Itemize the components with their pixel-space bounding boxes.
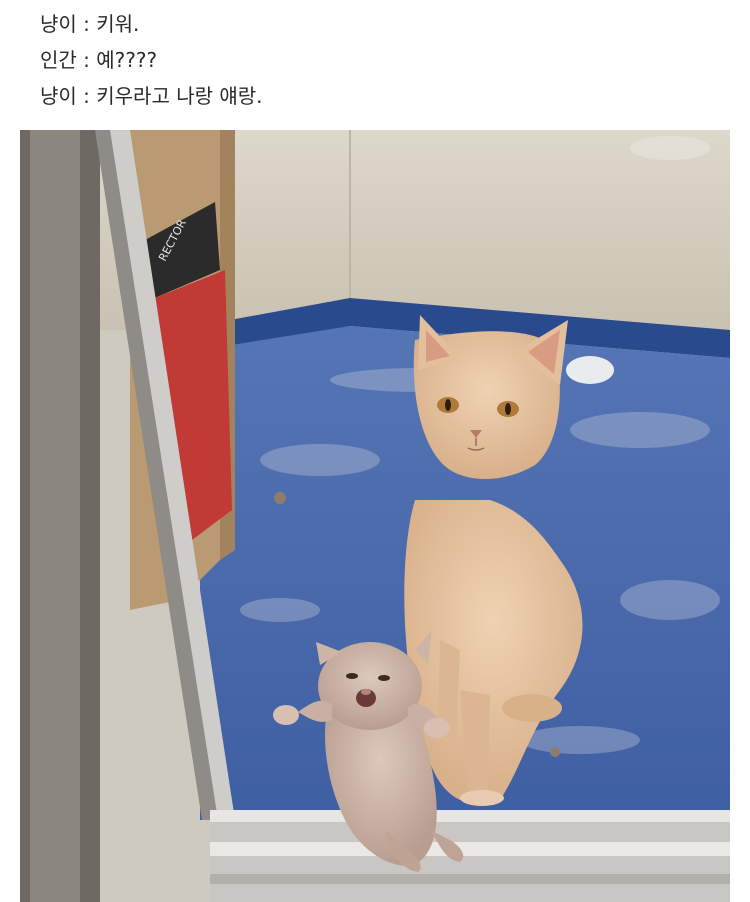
cat-and-kitten-photo: RECTOR bbox=[20, 130, 730, 902]
caption-line-cat-1: 냥이 : 키워. bbox=[40, 12, 140, 36]
caption-line-human: 인간 : 예???? bbox=[40, 48, 158, 72]
food-bowl bbox=[566, 356, 614, 384]
caption-block: 냥이 : 키워. 인간 : 예???? 냥이 : 키우라고 나랑 얘랑. bbox=[40, 6, 720, 114]
photo-illustration: RECTOR bbox=[20, 130, 730, 902]
caption-line-cat-2: 냥이 : 키우라고 나랑 얘랑. bbox=[40, 84, 263, 108]
